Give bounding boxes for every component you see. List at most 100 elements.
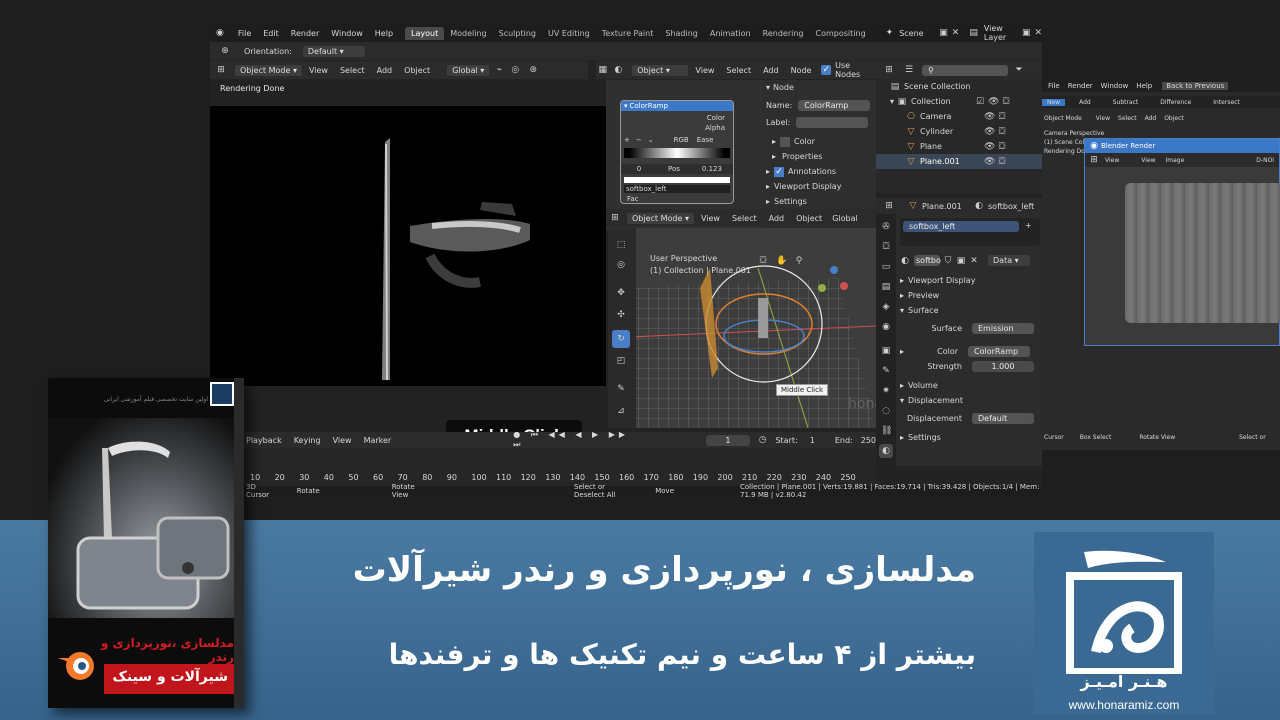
- editor-type-icon[interactable]: ⊞: [1089, 155, 1099, 165]
- select-tool-icon[interactable]: ⬚: [616, 240, 626, 250]
- material-icon[interactable]: ◐: [900, 256, 910, 266]
- menu-object[interactable]: Object: [790, 214, 828, 223]
- object-name[interactable]: Plane.001: [922, 202, 974, 211]
- menu-window[interactable]: Window: [325, 29, 369, 38]
- outliner-plane-001[interactable]: Plane.001: [920, 157, 984, 166]
- render-window[interactable]: ◉ Blender Render ⊞ View View Image D-NOI: [1084, 138, 1280, 346]
- menu-keying[interactable]: Keying: [288, 436, 327, 445]
- world-tab-icon[interactable]: ◉: [881, 322, 891, 332]
- preview-panel[interactable]: Preview: [908, 291, 939, 300]
- material-slot[interactable]: softbox_left: [903, 221, 1019, 232]
- add-stop-button[interactable]: +: [624, 136, 630, 144]
- name-field[interactable]: ColorRamp: [798, 100, 871, 111]
- orientation-dropdown[interactable]: Default ▾: [301, 44, 366, 58]
- stop-index[interactable]: 0: [624, 165, 654, 173]
- menu-select[interactable]: Select: [334, 66, 371, 75]
- scene-collection[interactable]: Scene Collection: [904, 82, 971, 91]
- color-value[interactable]: ColorRamp: [968, 346, 1031, 357]
- scale-tool-icon[interactable]: ◰: [616, 356, 626, 366]
- menu-view[interactable]: View: [303, 66, 334, 75]
- editor-type-icon[interactable]: ⊞: [884, 65, 894, 75]
- modifier-tab-icon[interactable]: ✎: [881, 366, 891, 376]
- color-panel[interactable]: Color: [794, 137, 815, 146]
- viewport-display-panel[interactable]: Viewport Display: [908, 276, 975, 285]
- render-camera-icon[interactable]: ⛋: [997, 127, 1007, 137]
- close-icon[interactable]: ✕: [952, 28, 960, 38]
- menu-view[interactable]: View: [1141, 157, 1155, 164]
- timeline-area[interactable]: 10 20 30 40 50 60 70 80 90 100 110 120 130 140 150 160 1…: [210, 448, 876, 486]
- pos-value[interactable]: 0.123: [702, 165, 722, 173]
- hand-icon[interactable]: ✋: [776, 256, 787, 266]
- visibility-icon[interactable]: 👁: [984, 112, 995, 122]
- zoom-icon[interactable]: ⚲: [794, 256, 804, 266]
- add-button[interactable]: Add: [1079, 99, 1091, 106]
- filter-icon[interactable]: ⏷: [1014, 65, 1024, 75]
- surface-panel[interactable]: Surface: [908, 306, 938, 315]
- move-tool-icon[interactable]: ✥: [616, 288, 626, 298]
- tab-sculpting[interactable]: Sculpting: [493, 27, 542, 40]
- outliner-search[interactable]: ⚲: [922, 64, 1008, 76]
- menu-marker[interactable]: Marker: [358, 436, 398, 445]
- scene-name[interactable]: Scene: [899, 29, 937, 38]
- menu-edit[interactable]: Edit: [257, 29, 285, 38]
- editor-type-icon[interactable]: ⊞: [610, 213, 620, 223]
- render-camera-icon[interactable]: ⛋: [997, 142, 1007, 152]
- constraints-tab-icon[interactable]: ⛓: [881, 426, 892, 436]
- menu-file[interactable]: File: [232, 29, 257, 38]
- menu-view[interactable]: View: [689, 66, 720, 75]
- remove-stop-button[interactable]: −: [636, 136, 642, 144]
- menu-view[interactable]: View: [1096, 115, 1110, 122]
- material-slot-list[interactable]: softbox_left +: [900, 218, 1040, 246]
- tab-uv-editing[interactable]: UV Editing: [542, 27, 596, 40]
- checkbox-checked-icon[interactable]: ☑: [975, 97, 985, 107]
- menu-playback[interactable]: Playback: [240, 436, 288, 445]
- menu-image[interactable]: Image: [1166, 157, 1185, 164]
- intersect-button[interactable]: Intersect: [1213, 99, 1240, 106]
- menu-select[interactable]: Select: [1118, 115, 1137, 122]
- menu-add[interactable]: Add: [763, 214, 791, 223]
- annotations-panel[interactable]: Annotations: [788, 167, 836, 176]
- colorramp-node[interactable]: ▾ ColorRamp Color Alpha + − ⌄ RGB Ease 0…: [620, 100, 734, 204]
- collection-item[interactable]: Collection: [911, 97, 975, 106]
- camera-view-icon[interactable]: ⛋: [758, 256, 768, 266]
- settings-panel[interactable]: Settings: [774, 197, 807, 206]
- visibility-icon[interactable]: 👁: [984, 127, 995, 137]
- color-swatch[interactable]: [624, 177, 730, 183]
- fake-user-icon[interactable]: ⛉: [943, 256, 953, 266]
- physics-tab-icon[interactable]: ◌: [881, 406, 891, 416]
- copy-icon[interactable]: ▣: [956, 256, 966, 266]
- mode-label[interactable]: Object Mode: [1044, 115, 1082, 122]
- menu-object[interactable]: Object: [1164, 115, 1184, 122]
- render-tab-icon[interactable]: ⛋: [881, 242, 891, 252]
- visibility-icon[interactable]: 👁: [984, 157, 995, 167]
- close-icon[interactable]: ✕: [1034, 28, 1042, 38]
- material-name[interactable]: softbox_left: [988, 202, 1034, 211]
- object-tab-icon[interactable]: ▣: [881, 346, 891, 356]
- particles-tab-icon[interactable]: ✷: [881, 386, 891, 396]
- rotate-tool-icon[interactable]: ↻: [612, 330, 630, 348]
- editor-type-icon[interactable]: ⊞: [884, 201, 894, 211]
- difference-button[interactable]: Difference: [1160, 99, 1191, 106]
- properties-panel[interactable]: Properties: [782, 152, 822, 161]
- visibility-icon[interactable]: 👁: [988, 97, 999, 107]
- menu-file[interactable]: File: [1048, 82, 1060, 90]
- tab-layout[interactable]: Layout: [405, 26, 445, 40]
- cursor-tool-icon[interactable]: ◎: [616, 260, 626, 270]
- tab-shading[interactable]: Shading: [659, 27, 704, 40]
- outliner-camera[interactable]: Camera: [920, 112, 984, 121]
- view-layer-name[interactable]: View Layer: [984, 24, 1022, 42]
- transform-label[interactable]: Global: [832, 214, 858, 223]
- proportional-icon[interactable]: ◎: [510, 65, 520, 75]
- menu-render[interactable]: Render: [285, 29, 325, 38]
- panel-node[interactable]: ▾ Node: [766, 80, 876, 95]
- clock-icon[interactable]: ◷: [758, 435, 767, 445]
- menu-help[interactable]: Help: [1136, 82, 1152, 90]
- volume-panel[interactable]: Volume: [908, 381, 938, 390]
- tab-rendering[interactable]: Rendering: [757, 27, 810, 40]
- tab-compositing[interactable]: Compositing: [810, 27, 872, 40]
- color-mode[interactable]: RGB: [674, 136, 689, 144]
- end-value[interactable]: 250: [861, 436, 876, 445]
- render-viewport[interactable]: Rendering Done Middle Click: [210, 80, 606, 456]
- tab-modeling[interactable]: Modeling: [444, 27, 492, 40]
- menu-add[interactable]: Add: [757, 66, 785, 75]
